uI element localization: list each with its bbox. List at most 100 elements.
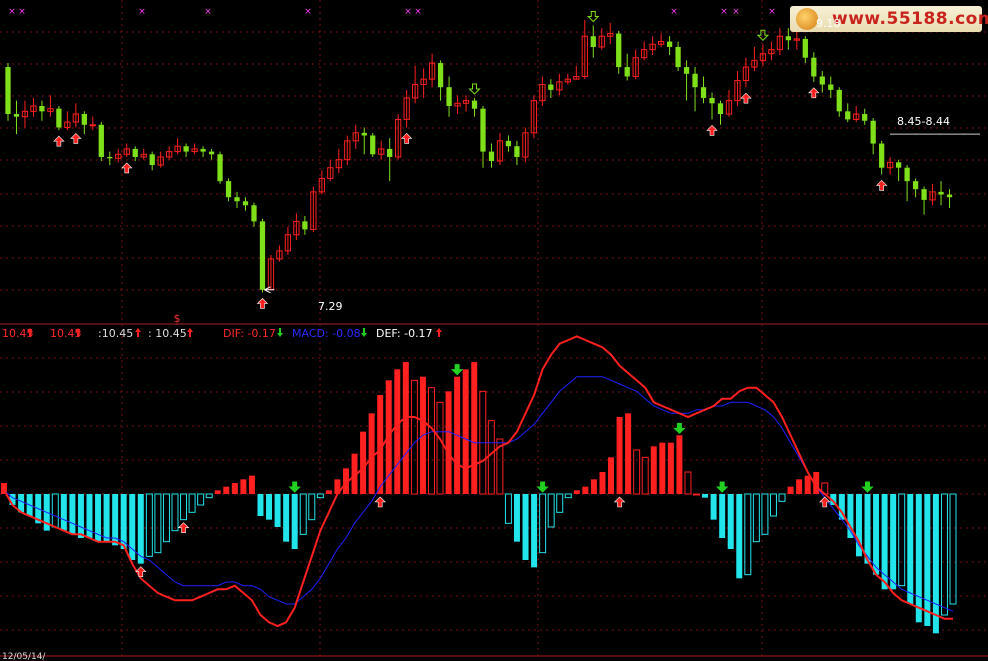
macd-bar: [556, 493, 564, 513]
macd-buy-arrow: [135, 566, 147, 577]
macd-bar: [188, 493, 196, 513]
macd-bar: [487, 420, 495, 495]
macd-bar: [325, 490, 332, 494]
buy-signal-arrow: [740, 92, 752, 104]
macd-bar: [436, 401, 444, 495]
macd-bar: [283, 494, 290, 542]
header-value-2: 10.45: [50, 327, 82, 340]
macd-bar: [231, 483, 238, 494]
macd-sell-arrow: [861, 481, 874, 493]
macd-bar: [274, 494, 281, 527]
sell-signal-arrow: [587, 10, 600, 23]
candle-body: [370, 135, 376, 155]
macd-sell-arrow: [450, 364, 464, 376]
top-marker: ×: [304, 7, 312, 17]
header-up-arrow: [436, 328, 442, 337]
buy-signal-arrow: [53, 135, 65, 147]
macd-bar: [248, 475, 255, 494]
top-marker: ×: [732, 7, 740, 17]
candle-body: [785, 36, 791, 41]
top-marker: ×: [204, 7, 212, 17]
candle-body: [870, 120, 876, 144]
high-marker-label: 9.18: [816, 17, 841, 30]
macd-bar: [616, 417, 623, 494]
buy-signal-arrow: [875, 179, 888, 191]
macd-bar: [513, 494, 520, 542]
macd-bar: [590, 479, 597, 494]
macd-buy-arrow: [374, 496, 386, 508]
candle-body: [836, 89, 842, 112]
top-marker: ×: [138, 7, 146, 17]
candle-body: [904, 167, 910, 182]
macd-bar: [402, 362, 409, 494]
candle-body: [811, 57, 817, 77]
candle-body: [302, 221, 308, 230]
dif-label: DIF: -0.17: [223, 327, 276, 340]
macd-bar: [804, 475, 811, 494]
candle-body: [98, 124, 104, 157]
candle-body: [5, 67, 11, 115]
macd-bar: [214, 490, 221, 494]
macd-bar: [702, 494, 709, 498]
macd-bar: [582, 486, 589, 494]
macd-bar: [625, 413, 632, 494]
candle-body: [488, 151, 495, 161]
macd-sell-arrow: [673, 422, 686, 435]
macd-bar: [368, 413, 375, 494]
candle-body: [514, 146, 520, 157]
macd-bar: [427, 387, 435, 495]
top-marker: ×: [414, 7, 422, 17]
macd-bar: [103, 494, 110, 542]
macd-bar: [633, 449, 641, 495]
header-up-arrow: [135, 328, 141, 337]
macd-bar: [308, 493, 316, 521]
candle-body: [81, 114, 87, 125]
macd-bar: [667, 442, 674, 494]
macd-bar: [410, 379, 418, 495]
macd-bar: [769, 493, 777, 517]
candle-body: [938, 191, 944, 195]
stock-chart-screen: × × × × × × × × × × × $ www.55188.com 10.45 10.45 :…: [0, 0, 988, 661]
candle-body: [895, 162, 902, 168]
macd-bar: [727, 494, 734, 549]
header-up-arrow: [187, 328, 193, 337]
macd-bar: [539, 493, 547, 554]
candle-body: [946, 194, 953, 198]
date-label: 12/05/14/: [2, 652, 46, 661]
macd-bar: [291, 494, 298, 549]
macd-bar: [240, 479, 247, 494]
header-value-1: 10.45: [2, 327, 34, 340]
candle-body: [717, 103, 724, 115]
candle-body: [616, 33, 622, 68]
top-marker: ×: [18, 7, 26, 17]
macd-bar: [162, 493, 170, 543]
candle-body: [387, 148, 393, 157]
macd-bar: [137, 494, 144, 564]
macd-bar: [504, 493, 512, 524]
buy-signal-arrow: [400, 133, 413, 144]
top-marker: ×: [720, 7, 728, 17]
macd-bar: [752, 493, 760, 543]
buy-signal-arrow: [70, 133, 82, 144]
candle-body: [709, 97, 715, 104]
macd-bar: [257, 494, 264, 516]
macd-bar: [51, 493, 59, 528]
top-marker: ×: [670, 7, 678, 17]
candle-body: [107, 156, 113, 159]
macd-bar: [394, 369, 401, 494]
macd-bar: [940, 493, 948, 616]
candle-body: [505, 140, 512, 147]
low-marker-pointer: [264, 286, 275, 294]
macd-bar: [180, 493, 188, 521]
macd-bar: [890, 494, 897, 590]
candle-body: [683, 67, 690, 74]
macd-bar: [316, 493, 324, 499]
candle-body: [819, 76, 825, 85]
candle-body: [89, 124, 96, 127]
macd-buy-arrow: [177, 522, 190, 533]
macd-bar: [223, 486, 230, 494]
macd-bar: [659, 442, 666, 494]
macd-bar: [684, 471, 692, 495]
candle-body: [912, 181, 919, 190]
macd-bar: [676, 435, 683, 494]
